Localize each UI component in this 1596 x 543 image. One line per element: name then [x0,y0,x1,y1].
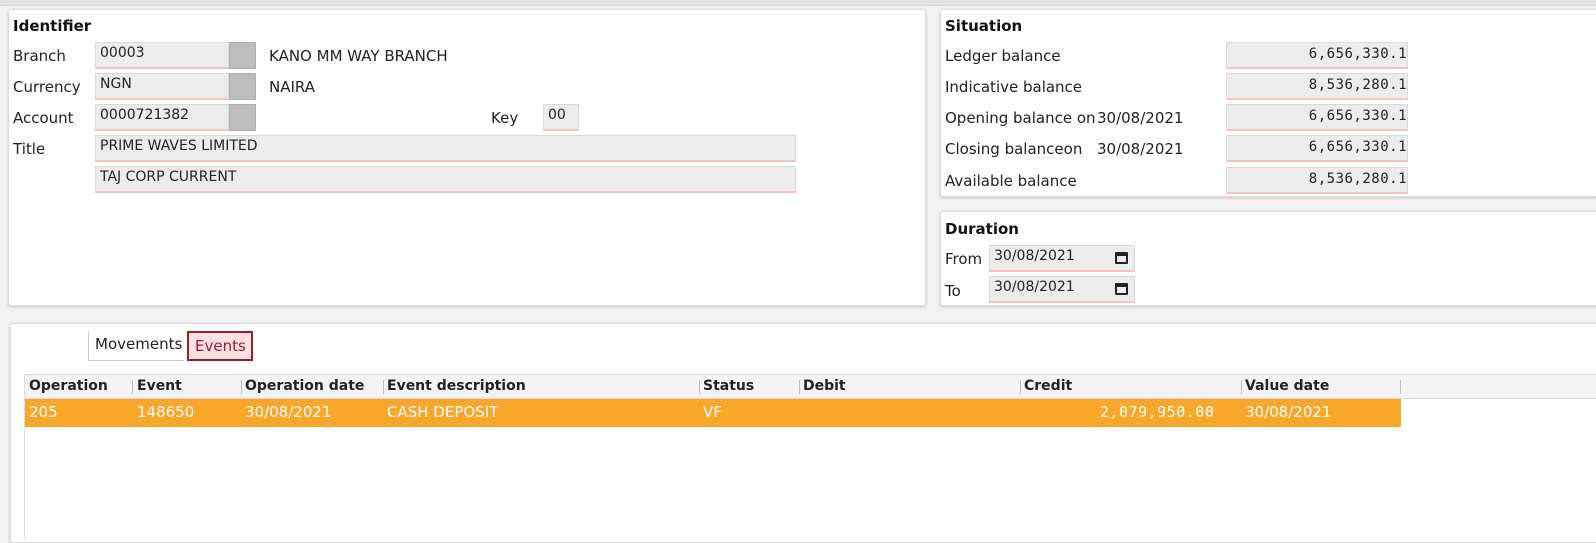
branch-code-field[interactable]: 00003 [95,42,229,69]
to-date-input[interactable]: 30/08/2021 [989,276,1135,303]
to-date-value: 30/08/2021 [994,279,1075,295]
events-table: Operation Event Operation date Event des… [24,374,1596,539]
calendar-icon[interactable] [1115,283,1128,295]
from-date-value: 30/08/2021 [994,248,1075,264]
duration-title: Duration [945,220,1019,238]
identifier-title: Identifier [13,17,92,35]
to-label: To [945,282,961,300]
currency-label: Currency [13,78,81,96]
table-header: Operation Event Operation date Event des… [25,374,1596,399]
ledger-balance-label: Ledger balance [945,47,1061,65]
key-field[interactable]: 00 [543,104,579,131]
from-date-input[interactable]: 30/08/2021 [989,245,1135,272]
title-line1-field[interactable]: PRIME WAVES LIMITED [95,135,796,162]
column-header-event[interactable]: Event [137,378,182,394]
indicative-balance-field: 8,536,280.1 [1226,73,1408,100]
column-header-operation[interactable]: Operation [29,378,108,394]
account-label: Account [13,109,74,127]
top-bar [0,0,1596,6]
key-label: Key [491,109,519,127]
indicative-balance-label: Indicative balance [945,78,1083,96]
available-balance-field: 8,536,280.1 [1226,167,1408,194]
identifier-panel: Identifier Branch 00003 KANO MM WAY BRAN… [8,9,926,306]
cell-credit: 2,079,950.00 [1100,403,1215,421]
column-header-status[interactable]: Status [703,378,754,394]
cell-operation-date: 30/08/2021 [245,403,332,421]
available-balance-label: Available balance [945,172,1077,190]
column-header-value-date[interactable]: Value date [1245,378,1329,394]
column-divider[interactable] [1400,380,1401,394]
cell-operation: 205 [29,403,58,421]
currency-code-field[interactable]: NGN [95,73,229,100]
cell-event: 148650 [137,403,195,421]
ledger-balance-field: 6,656,330.1 [1226,42,1408,69]
column-divider[interactable] [1020,380,1021,394]
branch-label: Branch [13,47,66,65]
column-header-operation-date[interactable]: Operation date [245,378,364,394]
currency-name: NAIRA [269,78,315,96]
from-label: From [945,250,983,268]
column-header-event-description[interactable]: Event description [387,378,526,394]
closing-balance-label: Closing balanceon [945,140,1083,158]
column-divider[interactable] [132,380,133,394]
column-divider[interactable] [799,380,800,394]
account-number-field[interactable]: 0000721382 [95,104,229,131]
currency-lookup-button[interactable] [229,73,256,100]
title-label: Title [13,140,46,158]
tab-events[interactable]: Events [187,331,253,361]
branch-name: KANO MM WAY BRANCH [269,47,448,65]
cell-value-date: 30/08/2021 [1245,403,1332,421]
column-header-credit[interactable]: Credit [1024,378,1072,394]
duration-panel: Duration From 30/08/2021 To 30/08/2021 [940,211,1596,306]
situation-title: Situation [945,17,1023,35]
column-divider[interactable] [1241,380,1242,394]
column-divider[interactable] [699,380,700,394]
column-divider[interactable] [241,380,242,394]
account-lookup-button[interactable] [229,104,256,131]
branch-lookup-button[interactable] [229,42,256,69]
calendar-icon[interactable] [1115,252,1128,264]
opening-balance-label: Opening balance on [945,109,1096,127]
cell-status: VF [703,403,722,421]
title-line2-field[interactable]: TAJ CORP CURRENT [95,166,796,193]
closing-balance-date: 30/08/2021 [1097,140,1184,158]
column-header-debit[interactable]: Debit [803,378,846,394]
opening-balance-date: 30/08/2021 [1097,109,1184,127]
situation-panel: Situation Ledger balance 6,656,330.1 Ind… [940,9,1596,197]
closing-balance-field: 6,656,330.1 [1226,135,1408,162]
tab-movements[interactable]: Movements [88,331,184,361]
column-divider[interactable] [383,380,384,394]
cell-event-description: CASH DEPOSIT [387,403,499,421]
table-row[interactable]: 205 148650 30/08/2021 CASH DEPOSIT VF 2,… [25,399,1401,427]
opening-balance-field: 6,656,330.1 [1226,104,1408,131]
